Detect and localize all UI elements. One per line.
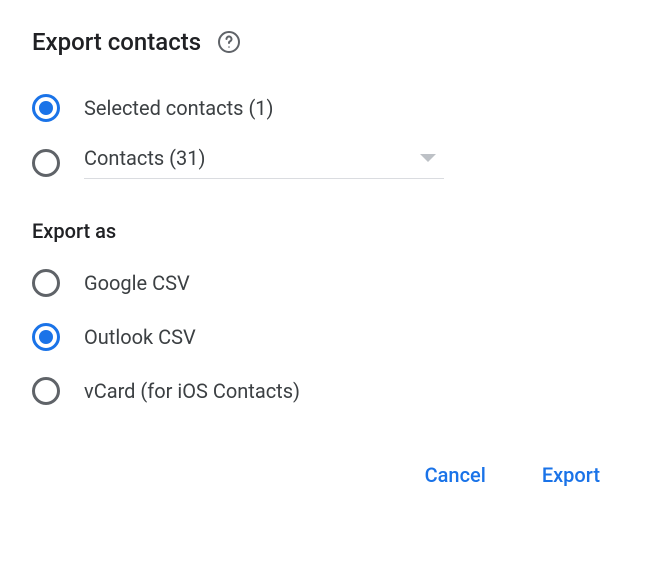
radio-icon [32, 323, 60, 351]
export-button[interactable]: Export [538, 455, 604, 495]
dialog-title: Export contacts [32, 28, 201, 56]
radio-label: Selected contacts (1) [84, 96, 274, 120]
radio-contacts-dropdown[interactable]: Contacts (31) [32, 146, 620, 179]
radio-label: Google CSV [84, 271, 190, 295]
help-icon[interactable] [217, 30, 241, 54]
export-as-label: Export as [32, 219, 620, 243]
radio-google-csv[interactable]: Google CSV [32, 267, 620, 299]
contacts-dropdown[interactable]: Contacts (31) [84, 146, 444, 179]
radio-selected-contacts[interactable]: Selected contacts (1) [32, 92, 620, 124]
export-format-group: Google CSV Outlook CSV vCard (for iOS Co… [32, 267, 620, 407]
dialog-actions: Cancel Export [32, 455, 620, 495]
chevron-down-icon [420, 154, 436, 162]
radio-icon [32, 94, 60, 122]
cancel-button[interactable]: Cancel [421, 455, 490, 495]
radio-label: Outlook CSV [84, 325, 196, 349]
radio-outlook-csv[interactable]: Outlook CSV [32, 321, 620, 353]
radio-icon [32, 149, 60, 177]
radio-icon [32, 269, 60, 297]
radio-vcard[interactable]: vCard (for iOS Contacts) [32, 375, 620, 407]
export-source-group: Selected contacts (1) Contacts (31) [32, 92, 620, 179]
dialog-header: Export contacts [32, 28, 620, 56]
radio-label: vCard (for iOS Contacts) [84, 379, 300, 403]
dropdown-label: Contacts (31) [84, 146, 205, 170]
radio-icon [32, 377, 60, 405]
